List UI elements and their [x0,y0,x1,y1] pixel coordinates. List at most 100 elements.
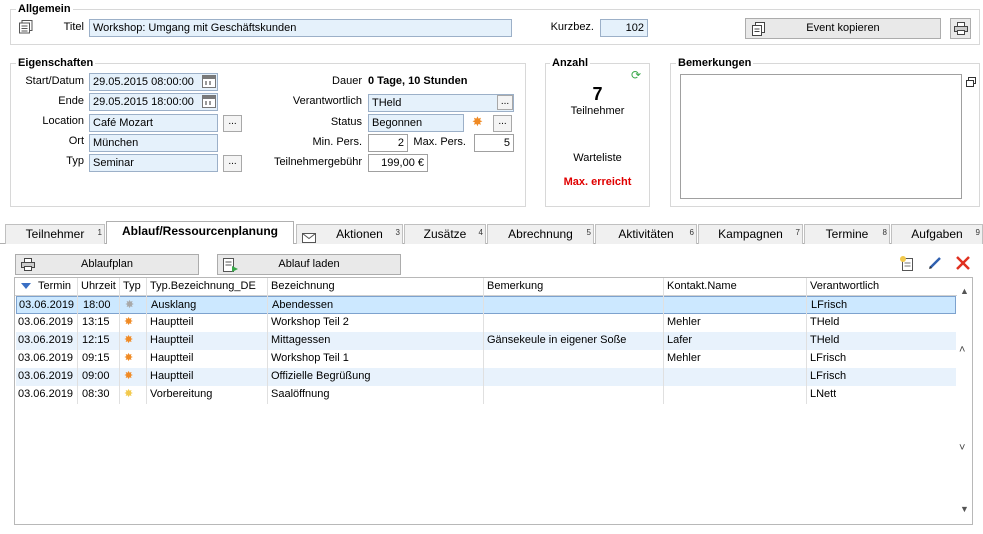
gebuehr-field[interactable]: 199,00 € [368,154,428,172]
column-separator [267,278,268,404]
calendar-icon[interactable] [202,95,216,108]
tab-aktivitaeten[interactable]: Aktivitäten 6 [595,224,697,244]
tab-aufgaben[interactable]: Aufgaben 9 [891,224,983,244]
sun-yellow-icon: ✸ [124,388,134,400]
cell-kontakt: Lafer [667,334,693,346]
max-pers-label: Max. Pers. [413,136,466,148]
scroll-thumb-up-icon[interactable]: ˄ [959,344,965,356]
table-row[interactable]: 03.06.2019 09:00 ✸ Hauptteil Offizielle … [16,368,956,386]
verantwortlich-lookup-button[interactable]: ... [497,95,513,110]
cell-termin: 03.06.2019 [18,334,74,346]
vertical-scrollbar[interactable]: ▲ ˄ ˅ ▼ [957,278,972,524]
column-separator [663,278,664,404]
column-separator [77,278,78,404]
table-row[interactable]: 03.06.2019 18:00 ✸ Ausklang Abendessen L… [16,296,956,314]
typ-label: Typ [66,155,84,167]
tab-termine[interactable]: Termine 8 [804,224,890,244]
cell-uhrzeit: 09:00 [82,370,110,382]
max-pers-field[interactable]: 5 [474,134,514,152]
tab-number: 9 [975,228,980,237]
sun-orange-icon: ✸ [124,316,134,328]
tab-zusaetze[interactable]: Zusätze 4 [404,224,486,244]
cell-bez: Workshop Teil 2 [271,316,349,328]
start-field[interactable]: 29.05.2015 08:00:00 [89,73,218,91]
load-document-icon [223,258,238,279]
ende-field[interactable]: 29.05.2015 18:00:00 [89,93,218,111]
grid-header: Termin Uhrzeit Typ Typ.Bezeichnung_DE Be… [15,278,957,295]
status-field[interactable]: Begonnen [368,114,464,132]
tab-teilnehmer[interactable]: Teilnehmer 1 [5,224,105,244]
sun-orange-icon: ✸ [124,370,134,382]
ort-field[interactable]: München [89,134,218,152]
min-pers-label: Min. Pers. [312,136,362,148]
cell-typ-bez: Ausklang [151,299,197,311]
table-row[interactable]: 03.06.2019 12:15 ✸ Hauptteil Mittagessen… [16,332,956,350]
cell-typ-bez: Hauptteil [150,352,194,364]
col-verantwortlich[interactable]: Verantwortlich [810,280,879,292]
scroll-up-arrow[interactable]: ▲ [960,286,969,296]
verantwortlich-label: Verantwortlich [292,95,362,107]
tab-label: Zusätze [423,227,467,241]
titel-field[interactable]: Workshop: Umgang mit Geschäftskunden [89,19,512,37]
tab-kampagnen[interactable]: Kampagnen 7 [698,224,803,244]
refresh-icon[interactable]: ⟳ [631,68,641,82]
edit-pencil-icon[interactable] [928,256,942,270]
cell-uhrzeit: 12:15 [82,334,110,346]
event-kopieren-button[interactable]: Event kopieren [745,18,941,39]
cell-kontakt: Mehler [667,352,701,364]
new-entry-icon[interactable] [900,256,915,271]
delete-icon[interactable] [955,255,971,271]
tab-label: Teilnehmer [25,227,85,241]
tab-label: Aktionen [336,227,383,241]
ablaufplan-button[interactable]: Ablaufplan [15,254,199,275]
location-lookup-button[interactable]: ... [223,115,242,132]
event-kopieren-label: Event kopieren [806,22,880,34]
col-typ-bezeichnung[interactable]: Typ.Bezeichnung_DE [150,280,256,292]
cell-typ-bez: Hauptteil [150,316,194,328]
tab-number: 8 [882,228,887,237]
table-row[interactable]: 03.06.2019 08:30 ✸ Vorbereitung Saalöffn… [16,386,956,404]
titel-label: Titel [63,21,84,33]
col-uhrzeit[interactable]: Uhrzeit [81,280,116,292]
col-bezeichnung[interactable]: Bezeichnung [271,280,335,292]
print-button[interactable] [950,18,971,39]
expand-window-icon[interactable] [966,77,976,87]
gebuehr-label: Teilnehmergebühr [273,156,362,168]
cell-bez: Saalöffnung [271,388,330,400]
status-lookup-button[interactable]: ... [493,115,512,132]
ablauf-laden-button[interactable]: Ablauf laden [217,254,401,275]
scroll-down-arrow[interactable]: ▼ [960,504,969,514]
tab-label: Kampagnen [718,227,783,241]
cell-bez: Abendessen [272,299,334,311]
calendar-icon[interactable] [202,75,216,88]
tab-label: Aufgaben [911,227,963,241]
column-separator [806,278,807,404]
col-kontakt-name[interactable]: Kontakt.Name [667,280,737,292]
tab-abrechnung[interactable]: Abrechnung 5 [487,224,594,244]
typ-lookup-button[interactable]: ... [223,155,242,172]
table-row[interactable]: 03.06.2019 09:15 ✸ Hauptteil Workshop Te… [16,350,956,368]
cell-verantw: LFrisch [810,352,847,364]
scroll-thumb-down-icon[interactable]: ˅ [959,442,965,454]
event-icon [19,20,33,34]
cell-uhrzeit: 13:15 [82,316,110,328]
verantwortlich-field[interactable]: THeld [368,94,514,112]
col-bemerkung[interactable]: Bemerkung [487,280,543,292]
typ-field[interactable]: Seminar [89,154,218,172]
cell-uhrzeit: 08:30 [82,388,110,400]
allgemein-title: Allgemein [16,3,73,15]
location-field[interactable]: Café Mozart [89,114,218,132]
kurzbez-field[interactable]: 102 [600,19,648,37]
tab-aktionen[interactable]: Aktionen 3 [296,224,403,244]
sun-orange-icon: ✸ [472,114,483,129]
table-row[interactable]: 03.06.2019 13:15 ✸ Hauptteil Workshop Te… [16,314,956,332]
cell-verantw: THeld [810,316,840,328]
tab-number: 6 [689,228,694,237]
col-typ[interactable]: Typ [123,280,141,292]
col-termin[interactable]: Termin [38,280,71,292]
cell-verantw: LFrisch [811,299,848,311]
min-pers-field[interactable]: 2 [368,134,408,152]
tab-ablauf[interactable]: Ablauf/Ressourcenplanung [106,221,294,244]
bemerkungen-textarea[interactable] [680,74,962,199]
envelope-icon [302,230,316,249]
